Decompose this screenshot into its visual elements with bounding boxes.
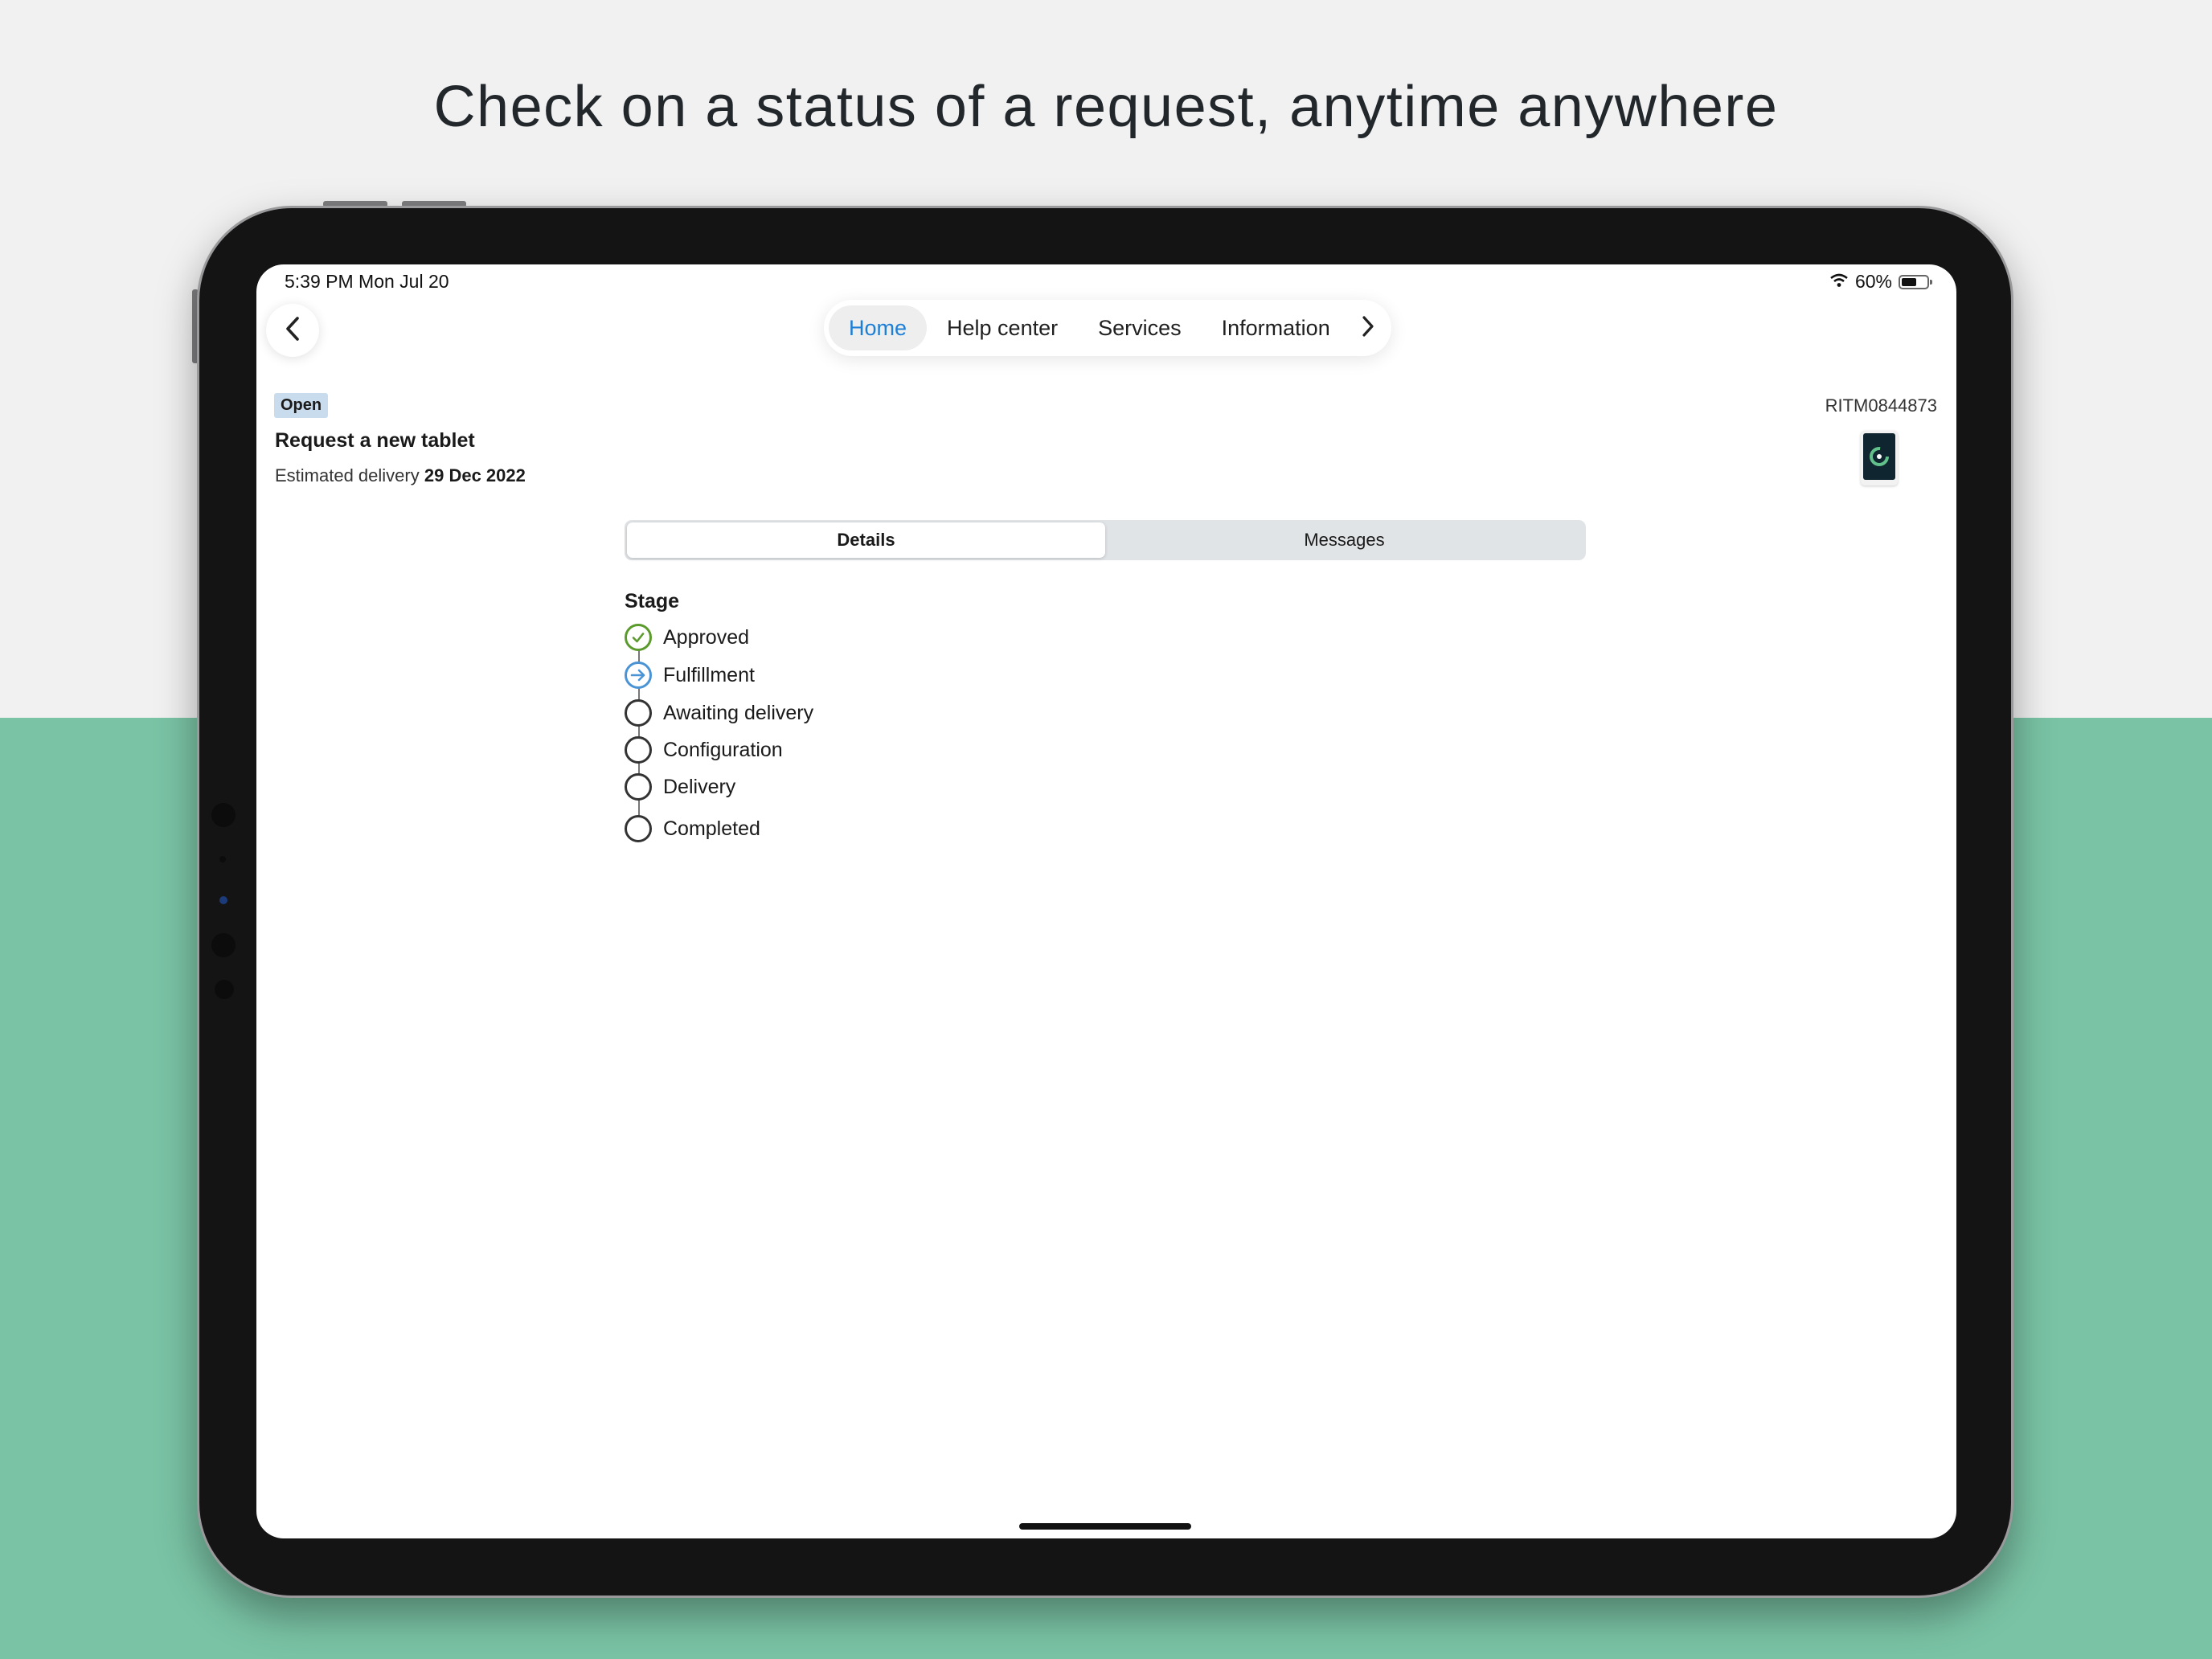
tablet-product-thumbnail bbox=[1861, 431, 1898, 485]
empty-circle-icon bbox=[625, 699, 652, 727]
request-title: Request a new tablet bbox=[275, 429, 475, 452]
segment-details[interactable]: Details bbox=[627, 522, 1105, 558]
empty-circle-icon bbox=[625, 815, 652, 842]
back-button[interactable] bbox=[266, 304, 319, 357]
stage-label: Fulfillment bbox=[663, 663, 755, 686]
top-navigation: Home Help center Services Information bbox=[824, 300, 1391, 356]
side-sensor-dot bbox=[211, 803, 236, 827]
status-indicators: 60% bbox=[1829, 271, 1932, 293]
segmented-control: Details Messages bbox=[625, 520, 1586, 560]
thumbnail-screen bbox=[1863, 433, 1895, 480]
tab-services[interactable]: Services bbox=[1078, 305, 1202, 350]
empty-circle-icon bbox=[625, 736, 652, 764]
wifi-icon bbox=[1829, 271, 1849, 293]
side-camera-dot bbox=[219, 896, 227, 904]
battery-fill bbox=[1902, 277, 1916, 286]
stage-item-awaiting-delivery: Awaiting delivery bbox=[625, 699, 813, 727]
battery-nub bbox=[1930, 279, 1932, 285]
stage-title: Stage bbox=[625, 590, 680, 612]
side-sensor-dot bbox=[215, 980, 234, 999]
tab-home[interactable]: Home bbox=[829, 305, 928, 350]
stage-label: Completed bbox=[663, 817, 760, 840]
stage-label: Configuration bbox=[663, 738, 783, 761]
app-screen: 5:39 PM Mon Jul 20 60% Home Help center … bbox=[256, 264, 1956, 1538]
stage-item-configuration: Configuration bbox=[625, 736, 783, 764]
estimated-delivery-label: Estimated delivery bbox=[275, 465, 420, 485]
stage-label: Awaiting delivery bbox=[663, 701, 814, 724]
stage-item-fulfillment: Fulfillment bbox=[625, 662, 755, 689]
stage-item-completed: Completed bbox=[625, 815, 760, 842]
stage-label: Delivery bbox=[663, 775, 736, 798]
tab-help-center[interactable]: Help center bbox=[927, 305, 1078, 350]
status-time: 5:39 PM Mon Jul 20 bbox=[285, 271, 449, 292]
side-sensor-dot bbox=[219, 856, 226, 862]
battery-icon bbox=[1899, 274, 1932, 289]
arrow-right-circle-icon bbox=[625, 662, 652, 689]
chevron-left-icon bbox=[284, 316, 301, 346]
battery-percentage: 60% bbox=[1854, 271, 1892, 292]
check-circle-icon bbox=[625, 624, 652, 651]
estimated-delivery-date: 29 Dec 2022 bbox=[424, 465, 526, 485]
side-sensor-dot bbox=[211, 933, 236, 957]
segment-messages[interactable]: Messages bbox=[1105, 522, 1583, 558]
stage-label: Approved bbox=[663, 625, 750, 649]
stage-item-delivery: Delivery bbox=[625, 773, 735, 801]
request-number: RITM0844873 bbox=[1825, 395, 1937, 416]
home-indicator[interactable] bbox=[1019, 1523, 1191, 1530]
tab-information[interactable]: Information bbox=[1202, 305, 1350, 350]
page-headline: Check on a status of a request, anytime … bbox=[433, 75, 1779, 139]
stage-item-approved: Approved bbox=[625, 624, 749, 651]
status-badge: Open bbox=[274, 393, 329, 418]
chevron-right-icon bbox=[1361, 315, 1375, 342]
empty-circle-icon bbox=[625, 773, 652, 801]
nav-next-button[interactable] bbox=[1350, 305, 1386, 350]
estimated-delivery: Estimated delivery 29 Dec 2022 bbox=[275, 465, 526, 486]
